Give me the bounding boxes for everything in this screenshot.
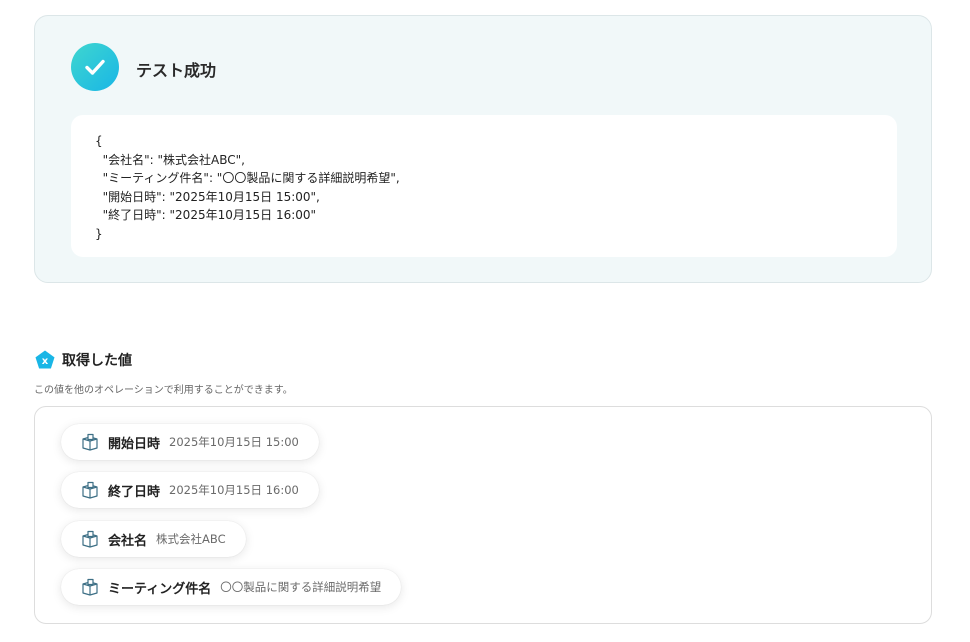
value-pill-start-datetime[interactable]: 開始日時 2025年10月15日 15:00 [61, 424, 319, 460]
value-pill-company-name[interactable]: 会社名 株式会社ABC [61, 521, 246, 557]
box-icon [81, 433, 99, 451]
value-pill-meeting-subject[interactable]: ミーティング件名 〇〇製品に関する詳細説明希望 [61, 569, 402, 605]
retrieved-values-description: この値を他のオペレーションで利用することができます。 [34, 385, 293, 396]
box-icon [81, 481, 99, 499]
value-pill-value: 2025年10月15日 16:00 [169, 483, 299, 497]
value-pill-label: 会社名 [108, 533, 148, 549]
value-pill-label: 終了日時 [108, 484, 161, 500]
box-icon [81, 578, 99, 596]
value-pill-end-datetime[interactable]: 終了日時 2025年10月15日 16:00 [61, 472, 319, 508]
success-check-icon [71, 43, 119, 91]
retrieved-values-panel: 開始日時 2025年10月15日 15:00 終了日時 2025年10月15日 … [34, 406, 932, 624]
svg-text:x: x [42, 356, 49, 367]
json-output-text: { "会社名": "株式会社ABC", "ミーティング件名": "〇〇製品に関す… [95, 134, 400, 241]
value-pill-label: ミーティング件名 [108, 581, 212, 597]
value-pill-value: 2025年10月15日 15:00 [169, 435, 299, 449]
json-output-box: { "会社名": "株式会社ABC", "ミーティング件名": "〇〇製品に関す… [71, 115, 897, 257]
retrieved-values-title: 取得した値 [62, 353, 132, 369]
test-success-title: テスト成功 [136, 61, 217, 80]
value-pill-label: 開始日時 [108, 436, 161, 452]
variable-x-icon: x [34, 349, 56, 371]
retrieved-values-header: x 取得した値 [34, 349, 132, 371]
box-icon [81, 530, 99, 548]
test-result-panel: テスト成功 { "会社名": "株式会社ABC", "ミーティング件名": "〇… [34, 15, 932, 283]
value-pill-value: 株式会社ABC [156, 532, 226, 546]
value-pill-value: 〇〇製品に関する詳細説明希望 [220, 580, 382, 594]
